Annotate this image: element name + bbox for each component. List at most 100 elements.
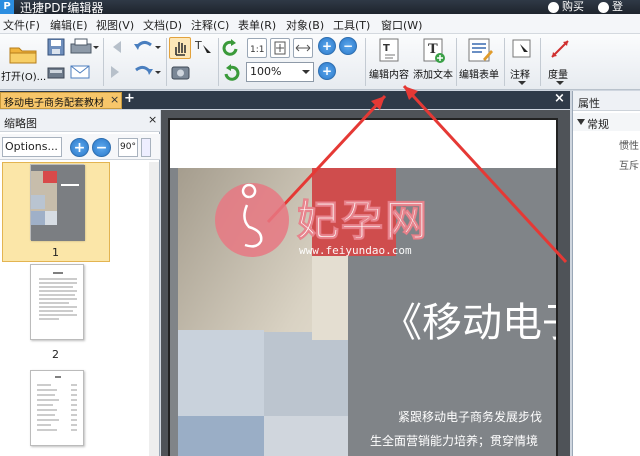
annotate-icon [512,39,531,58]
measure-button[interactable]: 度量 [544,37,576,87]
menu-tools[interactable]: 工具(T) [333,17,370,33]
snapshot-button[interactable] [170,62,192,82]
edit-form-button[interactable]: 编辑表单 [458,37,502,87]
menu-document[interactable]: 文档(D) [143,17,182,33]
properties-header: 属性 [573,91,640,111]
camera-icon [171,66,190,80]
text-select-icon: T [194,39,211,57]
redo-button[interactable] [132,62,162,82]
close-tab-icon[interactable]: × [110,93,119,106]
watermark-url: www.feiyundao.com [299,244,412,257]
login-button[interactable]: 登 [598,0,623,14]
annotate-label: 注释 [510,70,530,81]
document-tab-bar: 移动电子商务配套教材 × + × [0,91,570,109]
print-button[interactable] [69,37,99,57]
chevron-down-icon [302,70,310,74]
svg-text:T: T [194,39,202,52]
annotate-button[interactable]: 注释 [507,37,537,87]
folder-icon [9,47,37,64]
undo-icon [134,40,161,50]
panel-scroll-button[interactable] [141,138,151,157]
zoom-out-tool-button[interactable]: − [339,37,357,55]
menu-edit[interactable]: 编辑(E) [50,17,88,33]
pregnant-woman-icon [241,183,263,248]
email-button[interactable] [69,62,91,82]
thumbnail-zoom-in-button[interactable]: + [70,138,89,157]
close-panel-icon[interactable]: × [148,113,157,126]
property-inertia: 惯性 [619,141,639,152]
toolbar-separator [540,38,541,86]
prev-view-button[interactable] [107,37,125,57]
page-thumbnail-3[interactable] [30,370,84,446]
close-document-icon[interactable]: × [554,91,565,106]
thumbnail-zoom-out-button[interactable]: − [92,138,111,157]
zoom-in-tool-button[interactable]: + [318,37,336,55]
cover-title: 《移动电子 [382,300,556,346]
add-text-button[interactable]: T 添加文本 [412,37,456,87]
pdf-page[interactable]: 《移动电子 紧跟移动电子商务发展步伐 生全面营销能力培养；贯穿情境 [168,118,558,456]
save-button[interactable] [46,37,66,57]
rotate-thumbnail-button[interactable]: 90° [118,138,138,157]
zoom-select[interactable]: 100% [246,62,314,82]
watermark-logo-icon [215,183,289,257]
arrow-left-icon [113,41,121,53]
rotate-right-button[interactable] [221,62,241,84]
page-3-preview [37,376,77,431]
page-thumbnail-1[interactable] [30,164,85,241]
svg-text:1:1: 1:1 [250,45,264,55]
menu-comment[interactable]: 注释(C) [191,17,229,33]
measure-label: 度量 [548,70,568,81]
scan-button[interactable] [46,62,66,82]
page-thumbnail-2[interactable] [30,264,84,340]
page-1-preview [31,165,85,241]
cover-line-1: 紧跟移动电子商务发展步伐 [398,410,543,424]
menu-form[interactable]: 表单(R) [238,17,276,33]
hand-tool-button[interactable] [169,37,191,59]
properties-panel: 属性 常规 惯性 互斥 [572,91,640,456]
new-tab-icon[interactable]: + [124,91,135,106]
fit-page-button[interactable] [270,38,290,58]
buy-button[interactable]: 购买 [548,0,584,14]
rotate-left-button[interactable] [221,37,241,59]
open-button[interactable]: 打开(O)... [1,38,47,86]
add-text-icon: T [423,38,445,63]
menu-object[interactable]: 对象(B) [286,17,324,33]
app-window: P 迅捷PDF编辑器 购买 登 文件(F) 编辑(E) 视图(V) 文档(D) … [0,0,640,456]
toolbar-separator [166,38,167,86]
cover-artwork [170,120,556,456]
properties-section-general[interactable]: 常规 [573,113,640,131]
menu-file[interactable]: 文件(F) [3,17,40,33]
menu-view[interactable]: 视图(V) [96,17,134,33]
thumbnail-scrollbar[interactable] [149,162,159,456]
edit-content-label: 编辑内容 [369,70,409,81]
chevron-down-icon [518,81,526,85]
user-icon [598,1,609,13]
svg-text:T: T [383,43,390,54]
undo-button[interactable] [132,37,162,57]
open-label: 打开(O)... [1,72,47,83]
fit-width-button[interactable] [293,38,313,58]
cart-icon [548,1,559,13]
page-2-preview [39,272,77,320]
rotate-right-icon [224,64,240,81]
menu-bar: 文件(F) 编辑(E) 视图(V) 文档(D) 注释(C) 表单(R) 对象(B… [0,14,640,34]
next-view-button[interactable] [107,62,125,82]
collapse-icon [577,119,585,125]
select-text-button[interactable]: T [193,37,215,59]
menu-window[interactable]: 窗口(W) [381,17,422,33]
toolbar-separator [456,38,457,86]
actual-size-button[interactable]: 1:1 [247,38,267,58]
edit-content-button[interactable]: T 编辑内容 [368,37,412,87]
scanner-icon [47,67,65,79]
toolbar-separator [103,38,104,86]
buy-label: 购买 [562,0,584,13]
document-tab[interactable]: 移动电子商务配套教材 × [0,92,122,109]
fit-width-icon [295,44,311,52]
thumbnail-list: 1 2 [0,162,160,456]
options-dropdown[interactable]: Options... [2,137,62,157]
mail-icon [70,65,90,79]
rotate-left-icon [222,39,238,56]
login-label: 登 [612,0,623,13]
zoom-in-button[interactable]: + [318,62,338,82]
toolbar-separator [365,38,366,86]
